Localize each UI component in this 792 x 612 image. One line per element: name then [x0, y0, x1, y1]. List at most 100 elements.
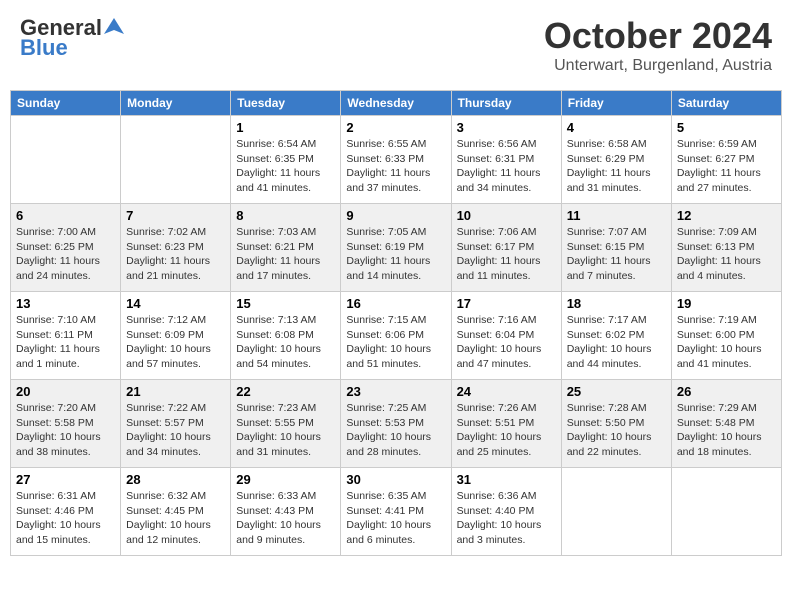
- day-number: 2: [346, 120, 445, 135]
- calendar-week-row: 27Sunrise: 6:31 AM Sunset: 4:46 PM Dayli…: [11, 468, 782, 556]
- logo-blue-text: Blue: [20, 35, 68, 61]
- calendar-cell: 29 Sunrise: 6:33 AM Sunset: 4:43 PM Dayli…: [231, 468, 341, 556]
- calendar-header-thursday: Thursday: [451, 91, 561, 116]
- day-detail: Sunrise: 7:19 AM Sunset: 6:00 PM Dayligh…: [677, 313, 776, 372]
- day-number: 1: [236, 120, 335, 135]
- day-number: 10: [457, 208, 556, 223]
- calendar-cell: 2 Sunrise: 6:55 AM Sunset: 6:33 PM Daylig…: [341, 116, 451, 204]
- calendar-cell: 7 Sunrise: 7:02 AM Sunset: 6:23 PM Daylig…: [121, 204, 231, 292]
- day-detail: Sunrise: 7:06 AM Sunset: 6:17 PM Dayligh…: [457, 225, 556, 284]
- calendar-cell: [671, 468, 781, 556]
- day-number: 13: [16, 296, 115, 311]
- day-detail: Sunrise: 6:36 AM Sunset: 4:40 PM Dayligh…: [457, 489, 556, 548]
- day-number: 18: [567, 296, 666, 311]
- day-number: 19: [677, 296, 776, 311]
- calendar-week-row: 20 Sunrise: 7:20 AM Sunset: 5:58 PM Dayli…: [11, 380, 782, 468]
- day-number: 27: [16, 472, 115, 487]
- calendar-table: SundayMondayTuesdayWednesdayThursdayFrid…: [10, 90, 782, 556]
- day-detail: Sunrise: 7:16 AM Sunset: 6:04 PM Dayligh…: [457, 313, 556, 372]
- day-number: 28: [126, 472, 225, 487]
- day-number: 23: [346, 384, 445, 399]
- day-detail: Sunrise: 7:12 AM Sunset: 6:09 PM Dayligh…: [126, 313, 225, 372]
- calendar-header-sunday: Sunday: [11, 91, 121, 116]
- calendar-cell: 14 Sunrise: 7:12 AM Sunset: 6:09 PM Dayli…: [121, 292, 231, 380]
- day-detail: Sunrise: 7:28 AM Sunset: 5:50 PM Dayligh…: [567, 401, 666, 460]
- location-title: Unterwart, Burgenland, Austria: [544, 57, 772, 75]
- calendar-header-monday: Monday: [121, 91, 231, 116]
- day-number: 12: [677, 208, 776, 223]
- day-number: 16: [346, 296, 445, 311]
- day-detail: Sunrise: 7:23 AM Sunset: 5:55 PM Dayligh…: [236, 401, 335, 460]
- day-detail: Sunrise: 7:29 AM Sunset: 5:48 PM Dayligh…: [677, 401, 776, 460]
- day-detail: Sunrise: 6:35 AM Sunset: 4:41 PM Dayligh…: [346, 489, 445, 548]
- calendar-cell: [11, 116, 121, 204]
- calendar-cell: 22 Sunrise: 7:23 AM Sunset: 5:55 PM Dayli…: [231, 380, 341, 468]
- day-detail: Sunrise: 7:03 AM Sunset: 6:21 PM Dayligh…: [236, 225, 335, 284]
- calendar-cell: 1 Sunrise: 6:54 AM Sunset: 6:35 PM Daylig…: [231, 116, 341, 204]
- calendar-cell: 19 Sunrise: 7:19 AM Sunset: 6:00 PM Dayli…: [671, 292, 781, 380]
- day-number: 7: [126, 208, 225, 223]
- day-detail: Sunrise: 7:26 AM Sunset: 5:51 PM Dayligh…: [457, 401, 556, 460]
- calendar-cell: 30 Sunrise: 6:35 AM Sunset: 4:41 PM Dayli…: [341, 468, 451, 556]
- calendar-cell: 6Sunrise: 7:00 AM Sunset: 6:25 PM Daylig…: [11, 204, 121, 292]
- calendar-week-row: 1 Sunrise: 6:54 AM Sunset: 6:35 PM Daylig…: [11, 116, 782, 204]
- calendar-cell: 18 Sunrise: 7:17 AM Sunset: 6:02 PM Dayli…: [561, 292, 671, 380]
- calendar-cell: [561, 468, 671, 556]
- calendar-cell: 21Sunrise: 7:22 AM Sunset: 5:57 PM Dayli…: [121, 380, 231, 468]
- calendar-cell: 13 Sunrise: 7:10 AM Sunset: 6:11 PM Dayli…: [11, 292, 121, 380]
- calendar-cell: 8 Sunrise: 7:03 AM Sunset: 6:21 PM Daylig…: [231, 204, 341, 292]
- calendar-cell: 31Sunrise: 6:36 AM Sunset: 4:40 PM Dayli…: [451, 468, 561, 556]
- day-number: 25: [567, 384, 666, 399]
- day-detail: Sunrise: 7:13 AM Sunset: 6:08 PM Dayligh…: [236, 313, 335, 372]
- day-detail: Sunrise: 7:22 AM Sunset: 5:57 PM Dayligh…: [126, 401, 225, 460]
- day-detail: Sunrise: 6:55 AM Sunset: 6:33 PM Dayligh…: [346, 137, 445, 196]
- day-detail: Sunrise: 6:33 AM Sunset: 4:43 PM Dayligh…: [236, 489, 335, 548]
- page-header: General Blue October 2024 Unterwart, Bur…: [10, 10, 782, 80]
- day-detail: Sunrise: 7:09 AM Sunset: 6:13 PM Dayligh…: [677, 225, 776, 284]
- logo-bird-icon: [104, 16, 124, 36]
- day-number: 26: [677, 384, 776, 399]
- day-detail: Sunrise: 7:02 AM Sunset: 6:23 PM Dayligh…: [126, 225, 225, 284]
- day-number: 30: [346, 472, 445, 487]
- day-number: 15: [236, 296, 335, 311]
- day-number: 14: [126, 296, 225, 311]
- day-number: 29: [236, 472, 335, 487]
- day-number: 17: [457, 296, 556, 311]
- calendar-cell: 24 Sunrise: 7:26 AM Sunset: 5:51 PM Dayli…: [451, 380, 561, 468]
- calendar-cell: 9Sunrise: 7:05 AM Sunset: 6:19 PM Daylig…: [341, 204, 451, 292]
- calendar-cell: 20 Sunrise: 7:20 AM Sunset: 5:58 PM Dayli…: [11, 380, 121, 468]
- calendar-cell: 16Sunrise: 7:15 AM Sunset: 6:06 PM Dayli…: [341, 292, 451, 380]
- day-number: 11: [567, 208, 666, 223]
- calendar-cell: 27Sunrise: 6:31 AM Sunset: 4:46 PM Dayli…: [11, 468, 121, 556]
- day-detail: Sunrise: 7:17 AM Sunset: 6:02 PM Dayligh…: [567, 313, 666, 372]
- day-number: 4: [567, 120, 666, 135]
- calendar-cell: [121, 116, 231, 204]
- day-number: 20: [16, 384, 115, 399]
- day-detail: Sunrise: 6:56 AM Sunset: 6:31 PM Dayligh…: [457, 137, 556, 196]
- day-detail: Sunrise: 6:32 AM Sunset: 4:45 PM Dayligh…: [126, 489, 225, 548]
- calendar-cell: 5Sunrise: 6:59 AM Sunset: 6:27 PM Daylig…: [671, 116, 781, 204]
- calendar-header-row: SundayMondayTuesdayWednesdayThursdayFrid…: [11, 91, 782, 116]
- calendar-cell: 12 Sunrise: 7:09 AM Sunset: 6:13 PM Dayli…: [671, 204, 781, 292]
- day-number: 8: [236, 208, 335, 223]
- title-block: October 2024 Unterwart, Burgenland, Aust…: [544, 15, 772, 75]
- day-detail: Sunrise: 6:54 AM Sunset: 6:35 PM Dayligh…: [236, 137, 335, 196]
- day-number: 9: [346, 208, 445, 223]
- logo[interactable]: General Blue: [20, 15, 124, 61]
- calendar-cell: 25 Sunrise: 7:28 AM Sunset: 5:50 PM Dayli…: [561, 380, 671, 468]
- calendar-week-row: 13 Sunrise: 7:10 AM Sunset: 6:11 PM Dayli…: [11, 292, 782, 380]
- calendar-cell: 15 Sunrise: 7:13 AM Sunset: 6:08 PM Dayli…: [231, 292, 341, 380]
- day-detail: Sunrise: 7:20 AM Sunset: 5:58 PM Dayligh…: [16, 401, 115, 460]
- day-detail: Sunrise: 7:10 AM Sunset: 6:11 PM Dayligh…: [16, 313, 115, 372]
- calendar-header-wednesday: Wednesday: [341, 91, 451, 116]
- day-number: 5: [677, 120, 776, 135]
- month-title: October 2024: [544, 15, 772, 57]
- day-number: 22: [236, 384, 335, 399]
- day-number: 3: [457, 120, 556, 135]
- calendar-cell: 11Sunrise: 7:07 AM Sunset: 6:15 PM Dayli…: [561, 204, 671, 292]
- day-detail: Sunrise: 7:00 AM Sunset: 6:25 PM Dayligh…: [16, 225, 115, 284]
- calendar-header-saturday: Saturday: [671, 91, 781, 116]
- day-detail: Sunrise: 7:25 AM Sunset: 5:53 PM Dayligh…: [346, 401, 445, 460]
- day-number: 24: [457, 384, 556, 399]
- calendar-header-tuesday: Tuesday: [231, 91, 341, 116]
